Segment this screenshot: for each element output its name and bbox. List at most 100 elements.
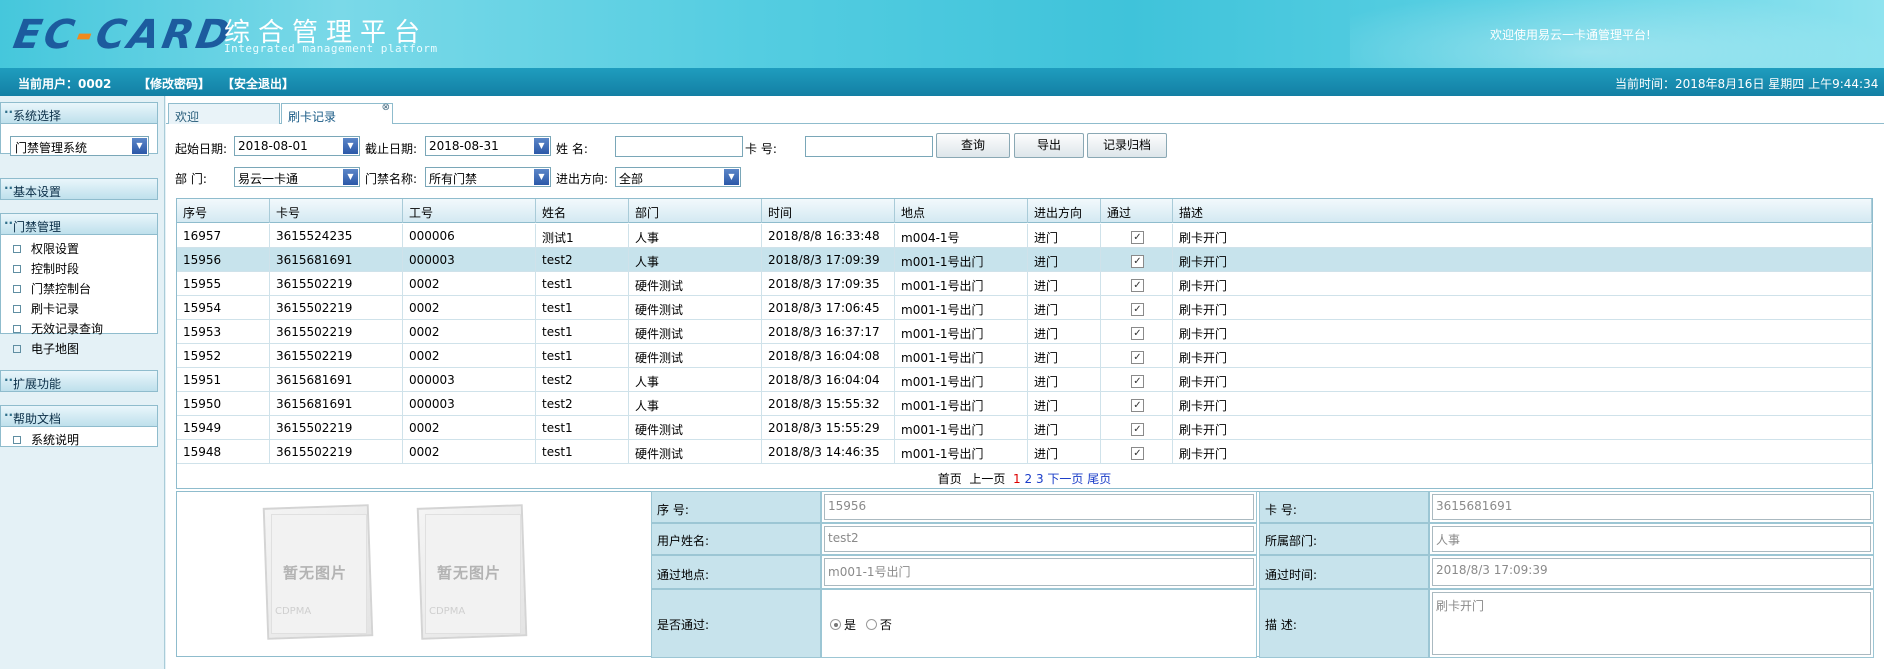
sidebar-item-label: 门禁控制台	[31, 282, 92, 296]
table-row[interactable]: 15954 3615502219 0002 test1 硬件测试 2018/8/3 17:…	[177, 296, 1872, 320]
description-field: 刷卡开门	[1429, 589, 1874, 658]
sidebar-item-permissions[interactable]: 权限设置	[13, 240, 79, 257]
column-header-department[interactable]: 部门	[629, 199, 762, 223]
chevron-down-icon[interactable]: ▼	[132, 138, 147, 154]
table-row[interactable]: 15950 3615681691 000003 test2 人事 2018/8/3 15:…	[177, 392, 1872, 416]
chevron-down-icon[interactable]: ▼	[343, 138, 358, 154]
end-date-field[interactable]: 2018-08-31 ▼	[425, 136, 551, 156]
column-header-seq[interactable]: 序号	[177, 199, 270, 223]
column-header-card-number[interactable]: 卡号	[270, 199, 403, 223]
query-button[interactable]: 查询	[936, 133, 1010, 158]
page-link-1[interactable]: 1	[1013, 472, 1021, 486]
cell-department: 硬件测试	[629, 296, 762, 320]
last-page-link[interactable]: 尾页	[1087, 472, 1111, 486]
chevron-down-icon[interactable]: ▼	[534, 169, 549, 185]
cell-employee-id: 0002	[403, 320, 536, 344]
cell-name: test1	[536, 320, 629, 344]
system-select[interactable]: 门禁管理系统 ▼	[10, 136, 149, 156]
cell-department: 硬件测试	[629, 320, 762, 344]
sidebar-item-label: 权限设置	[31, 242, 80, 256]
next-page-link[interactable]: 下一页	[1047, 472, 1083, 486]
table-row[interactable]: 15949 3615502219 0002 test1 硬件测试 2018/8/3 15:…	[177, 416, 1872, 440]
close-icon[interactable]: ⊗	[382, 102, 390, 113]
photo-watermark: CDPMA	[429, 606, 466, 617]
end-date-label: 截止日期:	[365, 142, 418, 156]
table-row[interactable]: 15951 3615681691 000003 test2 人事 2018/8/3 16:…	[177, 368, 1872, 392]
column-header-passed[interactable]: 通过	[1101, 199, 1173, 223]
archive-button[interactable]: 记录归档	[1087, 133, 1167, 158]
column-header-location[interactable]: 地点	[895, 199, 1028, 223]
sidebar-header-access-management[interactable]: 门禁管理	[0, 213, 158, 235]
chevron-down-icon[interactable]: ▼	[724, 169, 739, 185]
logout-link[interactable]: 【安全退出】	[222, 75, 294, 92]
table-row[interactable]: 15955 3615502219 0002 test1 硬件测试 2018/8/3 17:…	[177, 272, 1872, 296]
cell-department: 硬件测试	[629, 440, 762, 464]
page-link-2[interactable]: 2	[1024, 472, 1032, 486]
cell-description: 刷卡开门	[1173, 272, 1872, 296]
cell-seq: 15948	[177, 440, 270, 464]
tab-welcome[interactable]: 欢迎	[168, 103, 280, 124]
column-header-direction[interactable]: 进出方向	[1028, 199, 1101, 223]
cell-passed: ✓	[1101, 368, 1173, 392]
checkbox-checked-icon: ✓	[1131, 279, 1144, 292]
radio-yes[interactable]	[830, 619, 841, 630]
cell-location: m001-1号出门	[895, 416, 1028, 440]
sidebar-item-control-periods[interactable]: 控制时段	[13, 260, 79, 277]
first-page-link[interactable]: 首页	[938, 472, 962, 486]
table-row[interactable]: 15952 3615502219 0002 test1 硬件测试 2018/8/3 16:…	[177, 344, 1872, 368]
table-row[interactable]: 15953 3615502219 0002 test1 硬件测试 2018/8/3 16:…	[177, 320, 1872, 344]
sidebar-header-extensions[interactable]: 扩展功能	[0, 370, 158, 392]
sidebar-header-help[interactable]: 帮助文档	[0, 405, 158, 427]
sidebar-item-system-manual[interactable]: 系统说明	[13, 431, 79, 448]
cell-card-number: 3615681691	[270, 392, 403, 416]
card-number-input[interactable]	[805, 136, 933, 157]
cell-name: test1	[536, 416, 629, 440]
column-header-time[interactable]: 时间	[762, 199, 895, 223]
cell-name: test1	[536, 296, 629, 320]
column-header-name[interactable]: 姓名	[536, 199, 629, 223]
start-date-value: 2018-08-01	[238, 139, 308, 153]
bullet-icon	[13, 305, 21, 313]
name-input[interactable]	[615, 136, 743, 157]
column-header-employee-id[interactable]: 工号	[403, 199, 536, 223]
sidebar-item-swipe-records[interactable]: 刷卡记录	[13, 300, 79, 317]
radio-no-label: 否	[879, 618, 892, 632]
sidebar-header-basic-settings[interactable]: 基本设置	[0, 178, 158, 200]
sidebar-item-electronic-map[interactable]: 电子地图	[13, 340, 79, 357]
prev-page-link[interactable]: 上一页	[969, 472, 1005, 486]
start-date-field[interactable]: 2018-08-01 ▼	[234, 136, 360, 156]
department-select[interactable]: 易云一卡通 ▼	[234, 167, 360, 187]
header-banner: EC-CARD 综合管理平台 Integrated management pla…	[0, 0, 1884, 68]
table-row[interactable]: 15956 3615681691 000003 test2 人事 2018/8/3 17:…	[177, 248, 1872, 272]
sidebar-item-invalid-records[interactable]: 无效记录查询	[13, 320, 103, 337]
cell-time: 2018/8/3 16:37:17	[762, 320, 895, 344]
page-link-3[interactable]: 3	[1036, 472, 1044, 486]
bullet-icon	[13, 325, 21, 333]
table-row[interactable]: 15948 3615502219 0002 test1 硬件测试 2018/8/3 14:…	[177, 440, 1872, 464]
photo-placeholder: 暂无图片 CDPMA	[259, 502, 375, 642]
sidebar-item-label: 无效记录查询	[31, 322, 104, 336]
tab-swipe-records[interactable]: 刷卡记录 ⊗	[281, 102, 393, 124]
column-header-description[interactable]: 描述	[1173, 199, 1872, 223]
department-detail-label: 所属部门:	[1259, 523, 1429, 555]
sidebar-header-system-select[interactable]: 系统选择	[0, 102, 158, 124]
cell-card-number: 3615524235	[270, 224, 403, 248]
cell-employee-id: 0002	[403, 272, 536, 296]
sidebar-item-door-console[interactable]: 门禁控制台	[13, 280, 91, 297]
cell-direction: 进门	[1028, 296, 1101, 320]
door-name-select[interactable]: 所有门禁 ▼	[425, 167, 551, 187]
passed-label: 是否通过:	[651, 589, 821, 658]
export-button[interactable]: 导出	[1014, 133, 1084, 158]
cell-seq: 15954	[177, 296, 270, 320]
cell-time: 2018/8/3 15:55:29	[762, 416, 895, 440]
change-password-link[interactable]: 【修改密码】	[138, 75, 210, 92]
direction-select[interactable]: 全部 ▼	[615, 167, 741, 187]
cell-direction: 进门	[1028, 392, 1101, 416]
cell-direction: 进门	[1028, 440, 1101, 464]
chevron-down-icon[interactable]: ▼	[534, 138, 549, 154]
radio-no[interactable]	[865, 619, 877, 630]
checkbox-checked-icon: ✓	[1131, 399, 1144, 412]
table-row[interactable]: 16957 3615524235 000006 测试1 人事 2018/8/8 16:33…	[177, 224, 1872, 248]
chevron-down-icon[interactable]: ▼	[343, 169, 358, 185]
cell-description: 刷卡开门	[1173, 368, 1872, 392]
